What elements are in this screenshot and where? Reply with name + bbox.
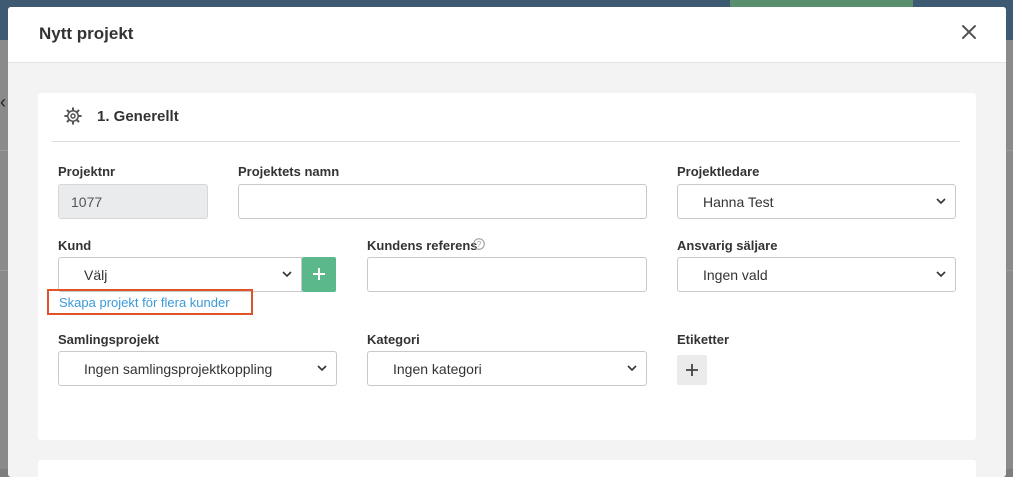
background-divider [1006, 270, 1013, 271]
close-icon[interactable] [958, 21, 980, 43]
project-manager-value: Hanna Test [703, 194, 774, 210]
customer-select[interactable]: Välj [58, 257, 302, 292]
section-header: 1. Generellt [52, 93, 960, 142]
gear-icon [64, 107, 82, 125]
category-select[interactable]: Ingen kategori [367, 351, 647, 386]
chevron-down-icon [317, 365, 327, 372]
customer-label: Kund [58, 238, 92, 253]
responsible-seller-value: Ingen vald [703, 267, 768, 283]
projektnr-label: Projektnr [58, 164, 116, 179]
project-name-label: Projektets namn [238, 164, 340, 179]
plus-icon [313, 268, 325, 280]
projektnr-field: 1077 [58, 184, 208, 219]
add-customer-button[interactable] [302, 257, 336, 292]
modal-title: Nytt projekt [39, 24, 134, 43]
project-manager-select[interactable]: Hanna Test [677, 184, 956, 219]
modal-header: Nytt projekt [8, 7, 1006, 63]
multi-customer-project-link[interactable]: Skapa projekt för flera kunder [59, 295, 230, 310]
collection-project-value: Ingen samlingsprojektkoppling [84, 361, 273, 377]
new-project-modal: Nytt projekt 1. Generellt Projektnr 1077… [8, 7, 1006, 477]
background-divider [0, 270, 8, 271]
section-title: 1. Generellt [97, 108, 179, 125]
general-section-card: 1. Generellt Projektnr 1077 Projektets n… [38, 93, 976, 440]
background-divider [1006, 150, 1013, 151]
projektnr-value: 1077 [71, 194, 103, 210]
project-name-input[interactable] [238, 184, 647, 219]
responsible-seller-select[interactable]: Ingen vald [677, 257, 956, 292]
background-divider [0, 150, 8, 151]
responsible-seller-label: Ansvarig säljare [677, 238, 778, 253]
collection-project-select[interactable]: Ingen samlingsprojektkoppling [58, 351, 337, 386]
category-label: Kategori [367, 332, 420, 347]
add-tag-button[interactable] [677, 355, 707, 385]
plus-icon [686, 364, 698, 376]
help-icon[interactable]: ? [473, 237, 485, 250]
svg-text:?: ? [477, 240, 482, 249]
highlighted-link-box: Skapa projekt för flera kunder [47, 289, 253, 315]
chevron-down-icon [627, 365, 637, 372]
project-manager-label: Projektledare [677, 164, 760, 179]
chevron-down-icon [936, 271, 946, 278]
chevron-down-icon [936, 198, 946, 205]
collection-project-label: Samlingsprojekt [58, 332, 160, 347]
back-chevron-icon: ‹ [0, 92, 6, 112]
customer-reference-label: Kundens referens [367, 238, 478, 253]
chevron-down-icon [282, 271, 292, 278]
tags-label: Etiketter [677, 332, 730, 347]
customer-value: Välj [84, 267, 108, 283]
category-value: Ingen kategori [393, 361, 482, 377]
customer-reference-input[interactable] [367, 257, 647, 292]
